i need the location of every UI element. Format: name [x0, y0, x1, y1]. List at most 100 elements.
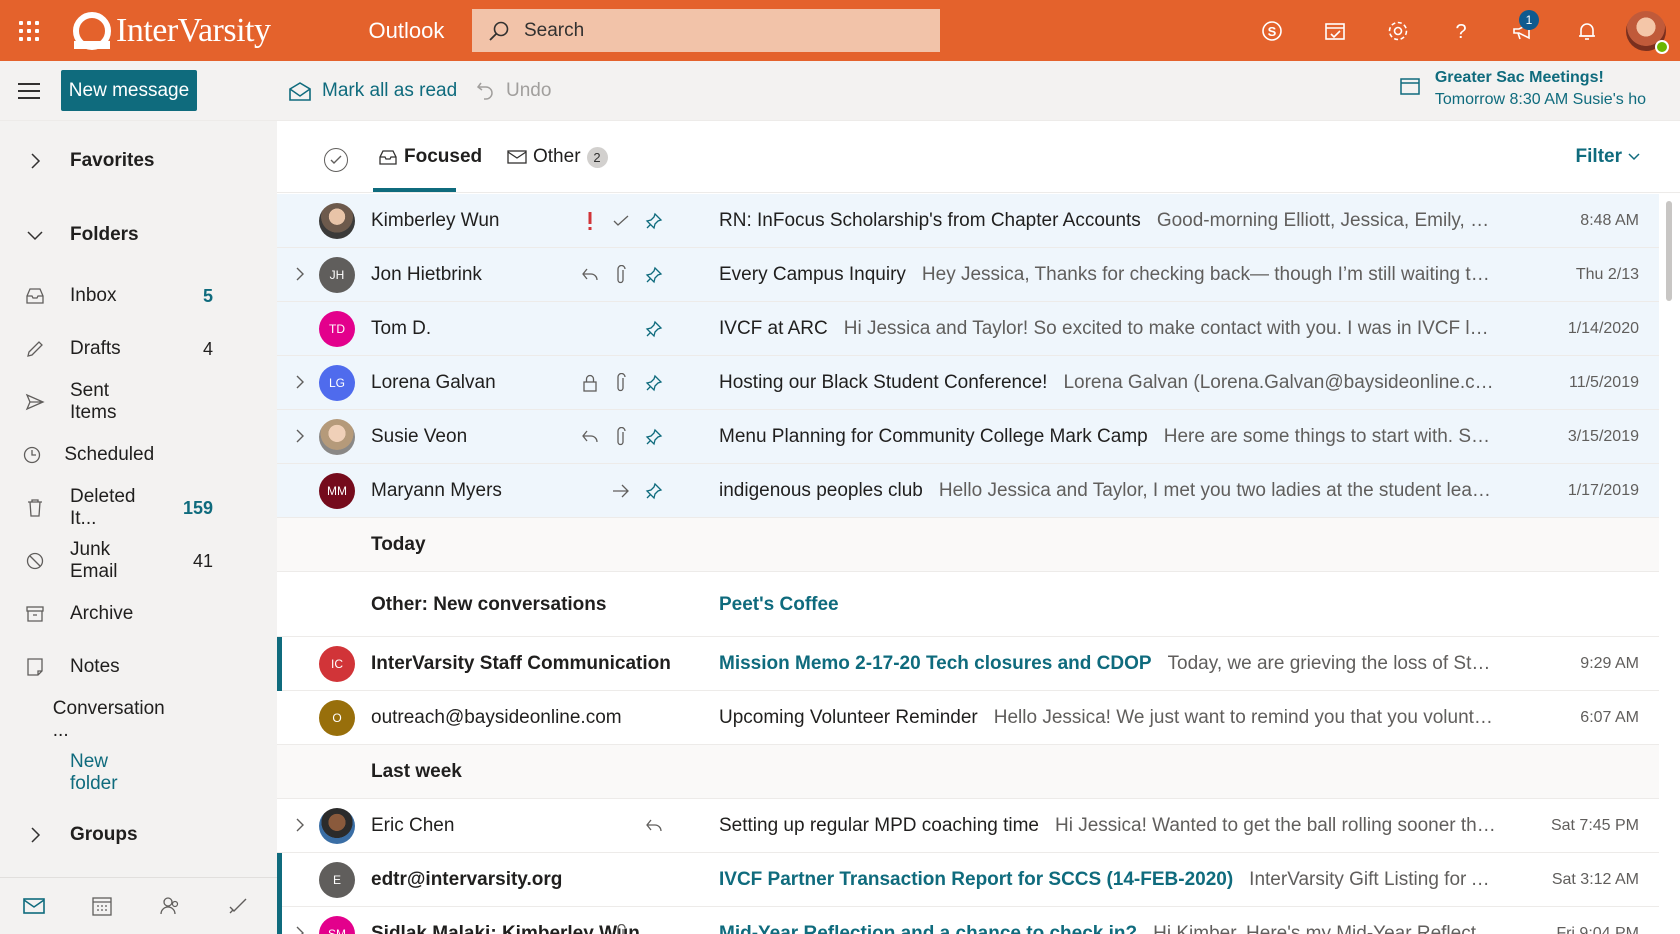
- pin-icon[interactable]: [644, 319, 664, 339]
- message-sender: outreach@baysideonline.com: [371, 707, 622, 728]
- message-row[interactable]: SM Sidlak Malaki; Kimberley Wun Mid-Year…: [277, 907, 1659, 934]
- top-bar: InterVarsity Outlook S ? 1: [0, 0, 1680, 61]
- mark-all-read-button[interactable]: Mark all as read: [288, 61, 457, 121]
- message-row[interactable]: MM Maryann Myers indigenous peoples club…: [277, 464, 1659, 518]
- sidebar-item-drafts[interactable]: Drafts 4: [0, 327, 277, 371]
- new-folder-label: New folder: [70, 751, 118, 794]
- inbox-icon: [26, 288, 44, 304]
- pin-icon[interactable]: [644, 265, 664, 285]
- bell-icon[interactable]: [1555, 0, 1618, 61]
- message-row[interactable]: IC InterVarsity Staff Communication Miss…: [277, 637, 1659, 691]
- message-row[interactable]: O outreach@baysideonline.com Upcoming Vo…: [277, 691, 1659, 745]
- check-icon[interactable]: [611, 211, 631, 231]
- message-subject: Mission Memo 2-17-20 Tech closures and C…: [719, 653, 1152, 674]
- chevron-right-icon[interactable]: [291, 816, 309, 834]
- chevron-right-icon[interactable]: [291, 373, 309, 391]
- search-box[interactable]: [472, 9, 940, 52]
- message-sender: Jon Hietbrink: [371, 264, 482, 285]
- folders-section[interactable]: Folders: [0, 215, 277, 255]
- new-message-button[interactable]: New message: [61, 70, 197, 111]
- brand-logo[interactable]: InterVarsity: [70, 0, 271, 61]
- chevron-right-icon[interactable]: [291, 427, 309, 445]
- other-new-conversations[interactable]: Other: New conversations Peet's Coffee: [277, 572, 1659, 637]
- favorites-section[interactable]: Favorites: [0, 141, 277, 181]
- message-row[interactable]: LG Lorena Galvan Hosting our Black Stude…: [277, 356, 1659, 410]
- account-button[interactable]: [1618, 0, 1674, 61]
- tab-other[interactable]: Other 2: [507, 121, 608, 193]
- settings-icon[interactable]: [1366, 0, 1429, 61]
- message-sender: Maryann Myers: [371, 480, 502, 501]
- megaphone-icon[interactable]: 1: [1492, 0, 1555, 61]
- message-time: Sat 3:12 AM: [1551, 871, 1639, 888]
- unread-count: 159: [182, 497, 213, 518]
- sidebar-item-deleted[interactable]: Deleted It... 159: [0, 486, 277, 530]
- skype-icon[interactable]: S: [1240, 0, 1303, 61]
- select-all-checkbox[interactable]: [324, 148, 348, 172]
- message-time: 6:07 AM: [1580, 709, 1639, 726]
- avatar: O: [319, 700, 355, 736]
- folders-label: Folders: [70, 224, 139, 245]
- avatar: IC: [319, 646, 355, 682]
- message-sender: Lorena Galvan: [371, 372, 496, 393]
- svg-text:S: S: [1267, 24, 1276, 39]
- groups-section[interactable]: Groups: [0, 815, 277, 855]
- attachment-icon: [611, 924, 631, 934]
- search-input[interactable]: [524, 19, 904, 42]
- message-preview: Today, we are grieving the loss of Steph…: [1167, 653, 1499, 674]
- undo-button[interactable]: Undo: [476, 61, 551, 121]
- message-preview: Here are some things to start with. Susi…: [1163, 426, 1499, 447]
- calendar-reminder[interactable]: Greater Sac Meetings! Tomorrow 8:30 AM S…: [1399, 69, 1646, 109]
- check-icon: [330, 155, 342, 164]
- message-row[interactable]: JH Jon Hietbrink Every Campus Inquiry He…: [277, 248, 1659, 302]
- item-count: 41: [192, 550, 213, 571]
- sidebar-item-archive[interactable]: Archive: [0, 592, 277, 636]
- my-day-icon[interactable]: [1303, 0, 1366, 61]
- block-icon: [26, 552, 44, 570]
- pin-icon[interactable]: [644, 373, 664, 393]
- message-row[interactable]: Kimberley Wun RN: InFocus Scholarship's …: [277, 194, 1659, 248]
- help-icon[interactable]: ?: [1429, 0, 1492, 61]
- command-bar: New message Mark all as read Undo Greate…: [0, 61, 1680, 121]
- people-icon[interactable]: [136, 895, 204, 917]
- message-row[interactable]: E edtr@intervarsity.org IVCF Partner Tra…: [277, 853, 1659, 907]
- app-name[interactable]: Outlook: [369, 18, 445, 44]
- pin-icon[interactable]: [644, 427, 664, 447]
- pin-icon[interactable]: [644, 211, 664, 231]
- avatar: [319, 203, 355, 239]
- chevron-right-icon[interactable]: [291, 265, 309, 283]
- hamburger-menu-icon[interactable]: [18, 83, 40, 99]
- sidebar-item-sent[interactable]: Sent Items: [0, 380, 277, 424]
- open-envelope-icon: [289, 82, 311, 101]
- pin-icon[interactable]: [644, 481, 664, 501]
- sidebar-item-label: Notes: [70, 656, 120, 677]
- reply-icon: [580, 427, 600, 447]
- calendar-app-icon[interactable]: [68, 895, 136, 917]
- mark-all-read-label: Mark all as read: [322, 80, 458, 101]
- mail-icon[interactable]: [0, 897, 68, 915]
- scrollbar[interactable]: [1666, 201, 1672, 301]
- tasks-icon[interactable]: [204, 895, 272, 917]
- attachment-icon: [611, 265, 631, 285]
- waffle-icon[interactable]: [0, 0, 58, 61]
- chevron-down-icon: [27, 231, 43, 241]
- sidebar-item-scheduled[interactable]: Scheduled: [0, 433, 277, 477]
- filter-button[interactable]: Filter: [1576, 121, 1640, 193]
- avatar: SM: [319, 916, 355, 934]
- other-conversations-sender[interactable]: Peet's Coffee: [719, 572, 839, 637]
- tab-focused-label: Focused: [404, 146, 483, 167]
- sidebar-item-notes[interactable]: Notes: [0, 645, 277, 689]
- attachment-icon: [611, 427, 631, 447]
- message-row[interactable]: Eric Chen Setting up regular MPD coachin…: [277, 799, 1659, 853]
- sidebar-item-conversation[interactable]: Conversation ...: [0, 698, 277, 742]
- message-subject: indigenous peoples club: [719, 480, 923, 501]
- tab-focused[interactable]: Focused: [378, 121, 482, 193]
- folder-pane: Favorites Folders Inbox 5 Drafts 4 Sent …: [0, 121, 277, 934]
- chevron-right-icon[interactable]: [291, 924, 309, 934]
- sidebar-item-junk[interactable]: Junk Email 41: [0, 539, 277, 583]
- new-folder-link[interactable]: New folder: [0, 751, 277, 795]
- message-time: 8:48 AM: [1580, 212, 1639, 229]
- message-row[interactable]: Susie Veon Menu Planning for Community C…: [277, 410, 1659, 464]
- sidebar-item-inbox[interactable]: Inbox 5: [0, 274, 277, 318]
- message-preview: Lorena Galvan (Lorena.Galvan@baysideonli…: [1063, 372, 1499, 393]
- message-row[interactable]: TD Tom D. IVCF at ARC Hi Jessica and Tay…: [277, 302, 1659, 356]
